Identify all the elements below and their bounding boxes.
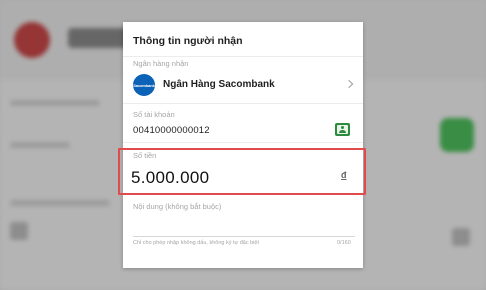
note-hint: Chỉ cho phép nhập không dấu, không ký tự… bbox=[133, 240, 259, 246]
note-underline bbox=[133, 236, 355, 237]
note-input[interactable]: Nội dung (không bắt buộc) bbox=[133, 202, 355, 238]
contact-book-icon[interactable] bbox=[335, 123, 350, 136]
divider bbox=[123, 103, 363, 104]
note-char-counter: 0/160 bbox=[337, 240, 351, 246]
divider bbox=[123, 56, 363, 57]
bank-selector[interactable]: Sacombank Ngân Hàng Sacombank bbox=[133, 74, 355, 96]
contact-icon-body bbox=[339, 130, 346, 133]
sacombank-logo-icon: Sacombank bbox=[133, 74, 155, 96]
bank-label: Ngân hàng nhận bbox=[133, 59, 189, 68]
chevron-right-icon bbox=[344, 79, 354, 89]
bank-name: Ngân Hàng Sacombank bbox=[163, 79, 275, 90]
account-label: Số tài khoản bbox=[133, 110, 175, 119]
contact-icon-head bbox=[341, 126, 344, 129]
divider bbox=[123, 142, 363, 143]
amount-highlight-box bbox=[118, 148, 366, 195]
contact-icon-card bbox=[337, 125, 348, 134]
recipient-info-dialog: Thông tin người nhận Ngân hàng nhận Saco… bbox=[123, 22, 363, 268]
dialog-title: Thông tin người nhận bbox=[133, 35, 243, 47]
account-number-input[interactable]: 00410000000012 bbox=[133, 125, 210, 136]
